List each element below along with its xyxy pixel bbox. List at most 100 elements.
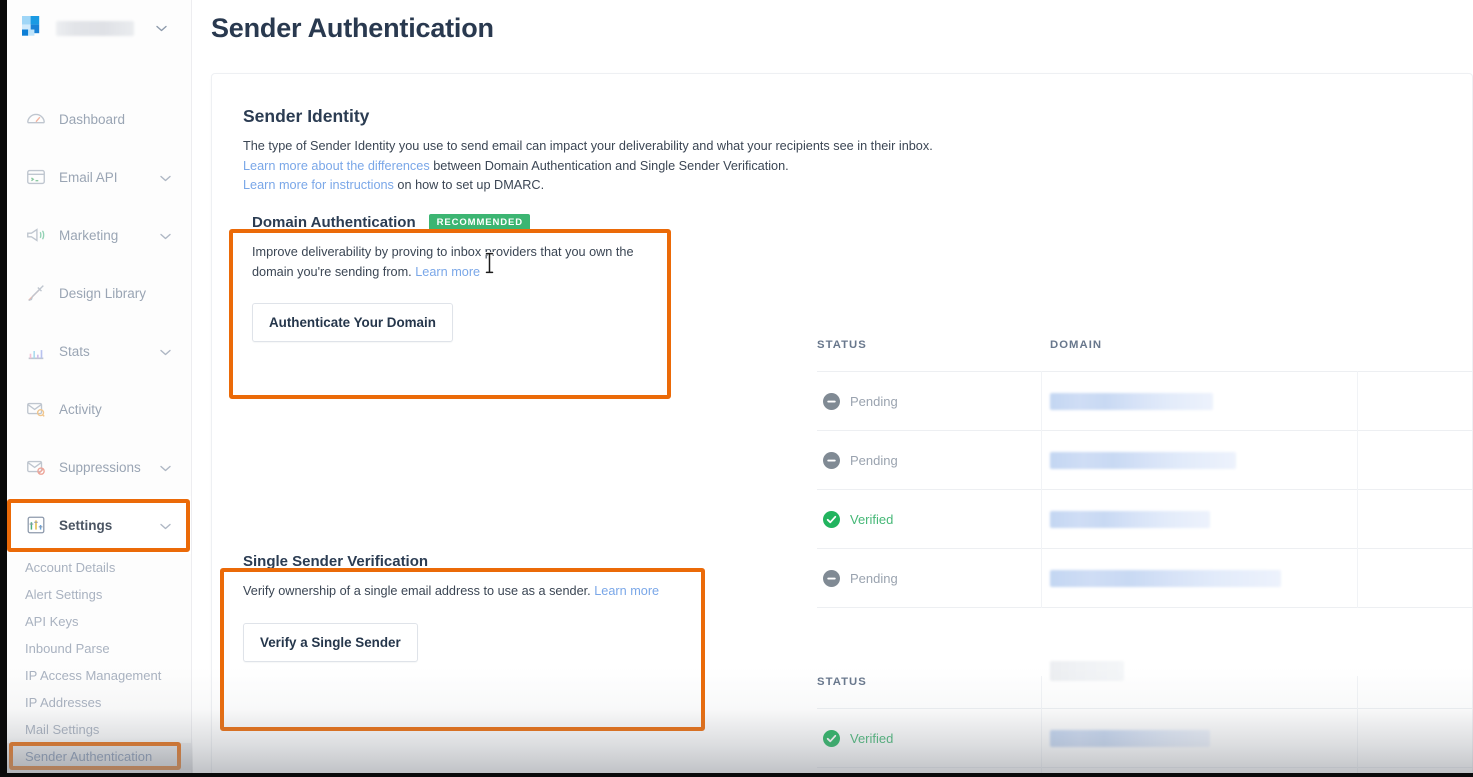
sidebar-subitem-ip-access-management[interactable]: IP Access Management — [7, 662, 191, 689]
table-row[interactable]: Pending — [817, 431, 1473, 490]
table-row[interactable]: Verified — [817, 490, 1473, 549]
chevron-down-icon[interactable] — [160, 170, 171, 185]
single-sender-description-text: Verify ownership of a single email addre… — [243, 584, 595, 598]
gauge-icon — [25, 108, 47, 130]
intro-line-1: The type of Sender Identity you use to s… — [243, 139, 933, 153]
sidebar-item-label: Activity — [59, 401, 102, 417]
column-divider — [1357, 371, 1358, 608]
chevron-down-icon[interactable] — [160, 460, 171, 475]
terminal-window-icon — [25, 166, 47, 188]
domain-status-table: STATUS DOMAIN Pending Pending Verified P… — [817, 339, 1473, 608]
sidebar-item-label: Suppressions — [59, 459, 141, 475]
sidebar-item-dashboard[interactable]: Dashboard — [7, 90, 191, 148]
single-sender-heading: Single Sender Verification — [243, 553, 716, 570]
window-left-edge — [0, 0, 7, 777]
learn-more-differences-link[interactable]: Learn more about the differences — [243, 159, 430, 173]
status-text: Pending — [850, 393, 898, 409]
window-bottom-edge — [0, 773, 1473, 777]
status-cell: Verified — [817, 709, 893, 767]
sidebar: Dashboard Email API Marketing Design Lib… — [7, 0, 192, 777]
sidebar-subitem-alert-settings[interactable]: Alert Settings — [7, 581, 191, 608]
megaphone-icon — [25, 224, 47, 246]
sidebar-subitem-ip-addresses[interactable]: IP Addresses — [7, 689, 191, 716]
sidebar-item-label: Settings — [59, 517, 113, 533]
sidebar-item-stats[interactable]: Stats — [7, 322, 191, 380]
sidebar-subitem-api-keys[interactable]: API Keys — [7, 608, 191, 635]
domain-cell — [1050, 490, 1210, 548]
single-sender-learn-more-link[interactable]: Learn more — [594, 584, 659, 598]
sidebar-item-label: Design Library — [59, 285, 147, 301]
sidebar-item-design-library[interactable]: Design Library — [7, 264, 191, 322]
envelope-block-icon — [25, 456, 47, 478]
domain-redacted — [1050, 510, 1210, 528]
intro-line-2-rest: between Domain Authentication and Single… — [429, 158, 789, 173]
sliders-icon — [25, 514, 47, 536]
chevron-down-icon[interactable] — [160, 518, 171, 533]
status-cell: Pending — [817, 372, 898, 430]
recommended-badge: RECOMMENDED — [428, 214, 531, 231]
sender-identity-intro: The type of Sender Identity you use to s… — [243, 137, 933, 196]
domain-cell — [1050, 372, 1213, 430]
status-text: Pending — [850, 452, 898, 468]
sidebar-item-label: Stats — [59, 343, 90, 359]
domain-cell — [1050, 431, 1236, 489]
sendgrid-logo-icon — [21, 15, 47, 41]
domain-authentication-block: Domain Authentication RECOMMENDED Improv… — [252, 214, 682, 372]
sidebar-item-suppressions[interactable]: Suppressions — [7, 438, 191, 496]
verified-icon — [823, 729, 840, 747]
learn-more-instructions-link[interactable]: Learn more for instructions — [243, 178, 394, 192]
single-sender-verification-block: Single Sender Verification Verify owners… — [243, 553, 716, 704]
table-row[interactable]: Pending — [817, 372, 1473, 431]
column-divider — [1357, 676, 1358, 777]
sidebar-item-activity[interactable]: Activity — [7, 380, 191, 438]
status-cell: Pending — [817, 549, 898, 607]
brand-header[interactable] — [7, 0, 191, 56]
sidebar-subitem-sender-authentication[interactable]: Sender Authentication — [7, 743, 191, 770]
sidebar-subitem-account-details[interactable]: Account Details — [7, 554, 191, 581]
domain-cell — [1050, 549, 1281, 607]
sidebar-nav: Dashboard Email API Marketing Design Lib… — [7, 90, 191, 776]
domain-learn-more-link[interactable]: Learn more — [415, 265, 480, 279]
table-row[interactable]: Verified — [817, 709, 1473, 768]
authenticate-your-domain-button[interactable]: Authenticate Your Domain — [252, 303, 453, 342]
account-name-redacted — [56, 20, 134, 36]
settings-submenu: Account Details Alert Settings API Keys … — [7, 554, 191, 776]
sidebar-item-marketing[interactable]: Marketing — [7, 206, 191, 264]
domain-redacted — [1050, 392, 1213, 410]
sidebar-subitem-mail-settings[interactable]: Mail Settings — [7, 716, 191, 743]
intro-line-3-rest: on how to set up DMARC. — [393, 178, 545, 193]
sidebar-item-label: Email API — [59, 169, 118, 185]
table-body: Pending Pending Verified Pending — [817, 371, 1473, 608]
sidebar-subitem-inbound-parse[interactable]: Inbound Parse — [7, 635, 191, 662]
domain-cell — [1050, 709, 1210, 767]
app-root: Dashboard Email API Marketing Design Lib… — [0, 0, 1473, 777]
column-header-status: STATUS — [817, 676, 867, 688]
bar-chart-icon — [25, 340, 47, 362]
chevron-down-icon[interactable] — [160, 344, 171, 359]
single-sender-title: Single Sender Verification — [243, 553, 429, 570]
table-header-row: STATUS DOMAIN — [817, 339, 1473, 371]
domain-redacted — [1050, 451, 1236, 469]
sidebar-item-email-api[interactable]: Email API — [7, 148, 191, 206]
status-text: Verified — [850, 511, 894, 527]
chevron-down-icon[interactable] — [156, 19, 167, 37]
table-header-row: STATUS — [817, 676, 1473, 708]
verify-a-single-sender-button[interactable]: Verify a Single Sender — [243, 622, 418, 662]
sidebar-item-label: Dashboard — [59, 111, 126, 127]
column-header-status: STATUS — [817, 339, 867, 351]
single-sender-description: Verify ownership of a single email addre… — [243, 582, 713, 602]
chevron-down-icon[interactable] — [160, 228, 171, 243]
table-row[interactable]: Pending — [817, 549, 1473, 608]
column-divider — [1041, 676, 1042, 777]
floating-redacted-text — [1050, 661, 1124, 681]
main-content: Sender Authentication Sender Identity Th… — [193, 0, 1473, 777]
paintbrush-pencil-icon — [25, 282, 47, 304]
sidebar-item-settings[interactable]: Settings — [7, 496, 191, 554]
status-cell: Pending — [817, 431, 898, 489]
column-divider — [1041, 371, 1042, 608]
status-cell: Verified — [817, 490, 893, 548]
pending-icon — [823, 392, 840, 410]
pending-icon — [823, 569, 840, 587]
section-title: Sender Identity — [243, 106, 370, 126]
domain-authentication-description: Improve deliverability by proving to inb… — [252, 243, 670, 282]
